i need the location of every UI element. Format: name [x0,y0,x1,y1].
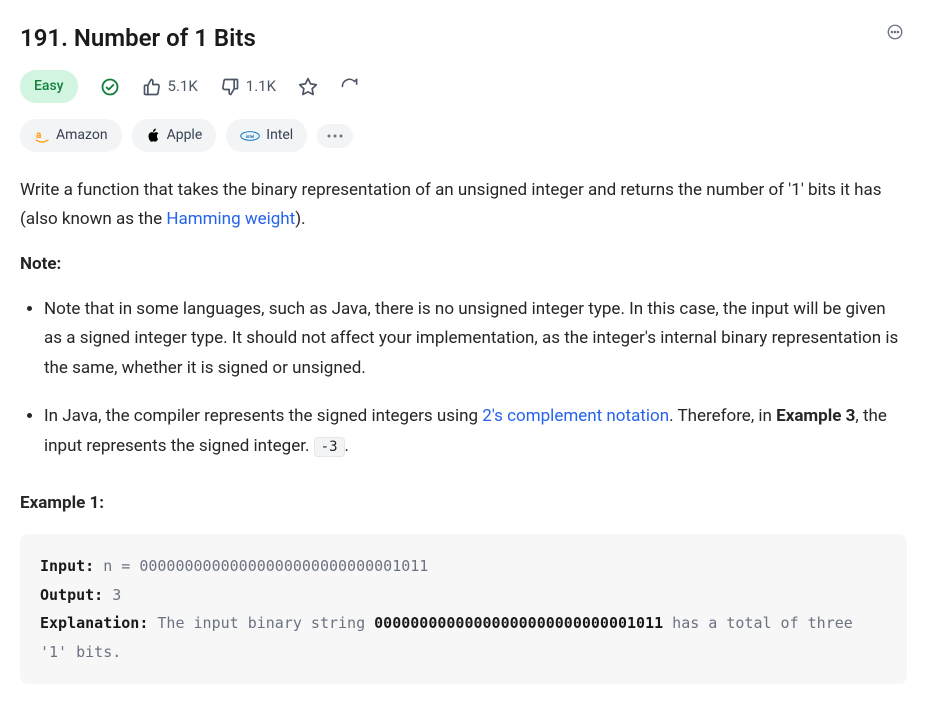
inline-code: -3 [314,437,345,457]
thumbs-up-icon [142,77,162,97]
apple-icon [146,128,161,143]
favorite-button[interactable] [298,77,318,97]
svg-text:intel: intel [246,134,254,139]
svg-text:a: a [36,130,42,141]
twos-complement-link[interactable]: 2's complement notation [482,406,669,426]
difficulty-badge: Easy [20,70,78,103]
company-tag-intel[interactable]: intel Intel [226,119,307,152]
thumbs-down-icon [220,77,240,97]
stats-row: Easy 5.1K 1.1K [20,70,907,103]
company-tag-apple[interactable]: Apple [132,119,217,152]
problem-description: Write a function that takes the binary r… [20,176,907,684]
tag-label: Intel [266,125,293,146]
share-button[interactable] [340,77,359,96]
hamming-weight-link[interactable]: Hamming weight [166,209,295,229]
note-heading: Note: [20,250,907,279]
share-icon [340,77,359,96]
intel-icon: intel [240,129,260,143]
ellipsis-icon [886,23,904,41]
star-icon [298,77,318,97]
more-tags-button[interactable] [317,124,353,148]
notes-list: Note that in some languages, such as Jav… [20,295,907,462]
more-options-button[interactable] [883,20,907,44]
solved-indicator [100,77,120,97]
like-button[interactable]: 5.1K [142,75,198,98]
description-paragraph: Write a function that takes the binary r… [20,176,907,234]
company-tags-row: a Amazon Apple intel Intel [20,119,907,152]
tag-label: Apple [167,125,203,146]
check-circle-icon [100,77,120,97]
example-heading: Example 1: [20,489,907,518]
example-block: Input: n = 00000000000000000000000000001… [20,534,907,684]
dislike-button[interactable]: 1.1K [220,75,276,98]
amazon-icon: a [34,128,50,144]
problem-title: 191. Number of 1 Bits [20,20,256,56]
note-item: In Java, the compiler represents the sig… [44,402,907,462]
dislike-count: 1.1K [246,75,276,98]
dots-icon [327,130,343,142]
like-count: 5.1K [168,75,198,98]
note-item: Note that in some languages, such as Jav… [44,295,907,384]
tag-label: Amazon [56,125,108,146]
company-tag-amazon[interactable]: a Amazon [20,119,122,152]
